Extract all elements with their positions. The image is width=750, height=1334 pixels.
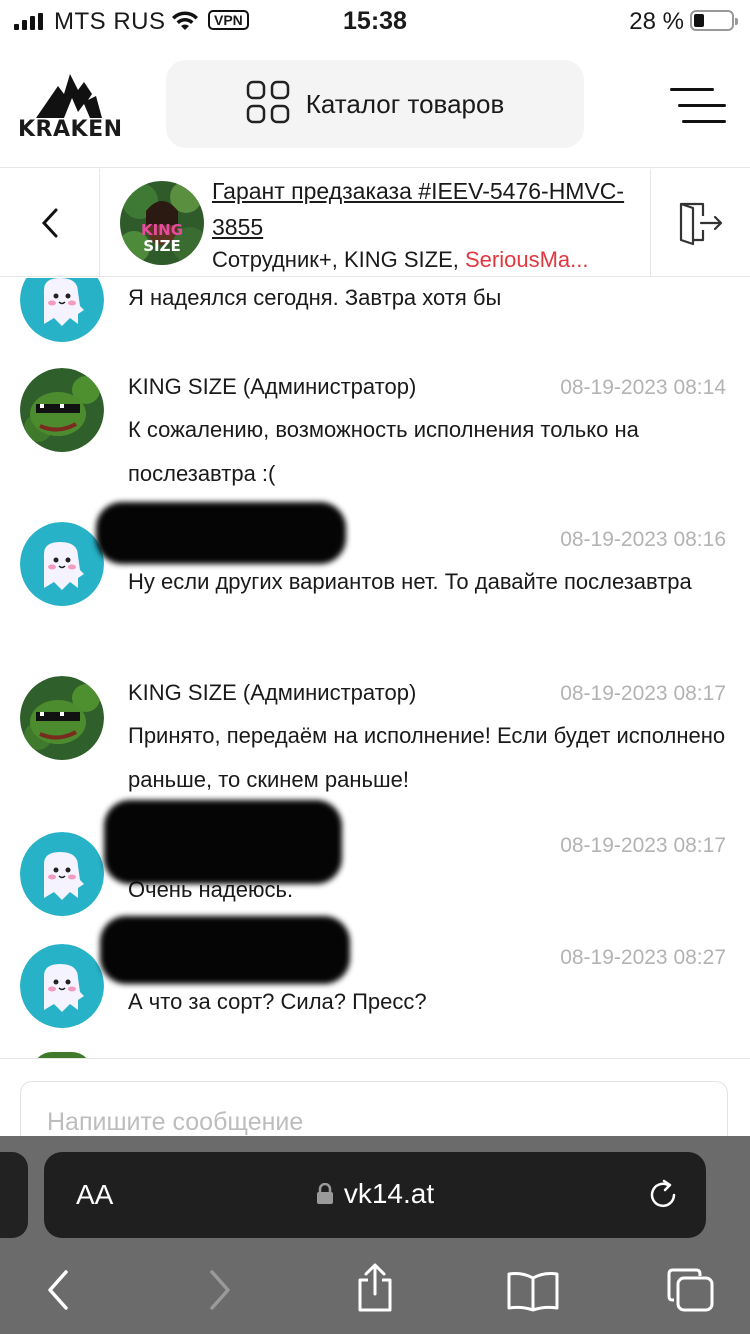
chat-avatar: KING SIZE <box>120 181 204 265</box>
chat-members: Сотрудник+, KING SIZE, SeriousMa... <box>212 247 642 273</box>
message-author: KING SIZE (Администратор) <box>128 374 417 399</box>
chat-title-link[interactable]: Гарант предзаказа #IEEV-5476-HMVC-3855 <box>212 173 642 245</box>
browser-back-icon[interactable] <box>44 1268 72 1317</box>
message-text: Я надеялся сегодня. Завтра хотя бы <box>128 285 502 310</box>
chat-header: KING SIZE Гарант предзаказа #IEEV-5476-H… <box>0 169 750 277</box>
reload-icon[interactable] <box>646 1178 680 1217</box>
message-list[interactable]: Я надеялся сегодня. Завтра хотя бы KING … <box>0 278 750 1058</box>
catalog-label: Каталог товаров <box>305 88 505 119</box>
frog-avatar <box>20 368 104 452</box>
frog-avatar <box>20 676 104 760</box>
battery-percent: 28 % <box>629 8 684 35</box>
lock-icon <box>316 1180 334 1212</box>
tabs-icon[interactable] <box>666 1266 716 1319</box>
members-highlight: SeriousMa... <box>464 247 589 272</box>
browser-toolbar: AA vk14.at <box>0 1136 750 1334</box>
logo-text: KRAKEN <box>18 117 123 142</box>
message-time: 08-19-2023 08:27 <box>560 946 726 969</box>
bookmarks-icon[interactable] <box>506 1270 560 1317</box>
message-time: 08-19-2023 08:14 <box>560 376 726 399</box>
status-bar: MTS RUS VPN 15:38 28 % <box>0 0 750 42</box>
kraken-logo-icon <box>36 74 102 118</box>
ghost-avatar <box>20 522 104 606</box>
previous-tab-preview[interactable] <box>0 1152 28 1238</box>
site-header: KRAKEN Каталог товаров <box>0 42 750 168</box>
url-text: vk14.at <box>343 1178 435 1209</box>
chevron-left-icon <box>41 208 57 238</box>
address-bar[interactable]: AA vk14.at <box>44 1152 706 1238</box>
message-text: Ну если других вариантов нет. То давайте… <box>128 569 692 594</box>
message-composer: Напишите сообщение <box>0 1058 750 1161</box>
battery-icon <box>690 10 738 31</box>
ghost-avatar <box>20 832 104 916</box>
message-item: Я надеялся сегодня. Завтра хотя бы <box>0 278 750 358</box>
back-button[interactable] <box>0 169 100 277</box>
catalog-button[interactable]: Каталог товаров <box>166 60 584 148</box>
message-time: 08-19-2023 08:16 <box>560 528 726 551</box>
message-author: KING SIZE (Администратор) <box>128 680 417 705</box>
ghost-avatar <box>20 278 104 342</box>
grid-icon <box>246 80 290 129</box>
message-time: 08-19-2023 08:17 <box>560 834 726 857</box>
url-display[interactable]: vk14.at <box>44 1178 706 1212</box>
exit-button[interactable] <box>650 169 750 277</box>
svg-text:SIZE: SIZE <box>143 237 181 255</box>
message-time: 08-19-2023 08:17 <box>560 682 726 705</box>
share-icon[interactable] <box>354 1262 396 1319</box>
hamburger-menu-icon[interactable] <box>670 86 726 126</box>
redacted-author <box>100 916 350 984</box>
exit-door-icon <box>679 202 722 246</box>
redacted-author <box>104 800 342 884</box>
redacted-author <box>96 502 346 564</box>
message-text: Принято, передаём на исполнение! Если бу… <box>128 723 726 792</box>
browser-forward-icon[interactable] <box>206 1268 234 1317</box>
ghost-avatar <box>20 944 104 1028</box>
message-text: А что за сорт? Сила? Пресс? <box>128 989 427 1014</box>
members-list: Сотрудник+, KING SIZE, <box>212 247 465 272</box>
message-text: К сожалению, возможность исполнения толь… <box>128 417 639 486</box>
kraken-logo[interactable]: KRAKEN <box>18 68 122 142</box>
